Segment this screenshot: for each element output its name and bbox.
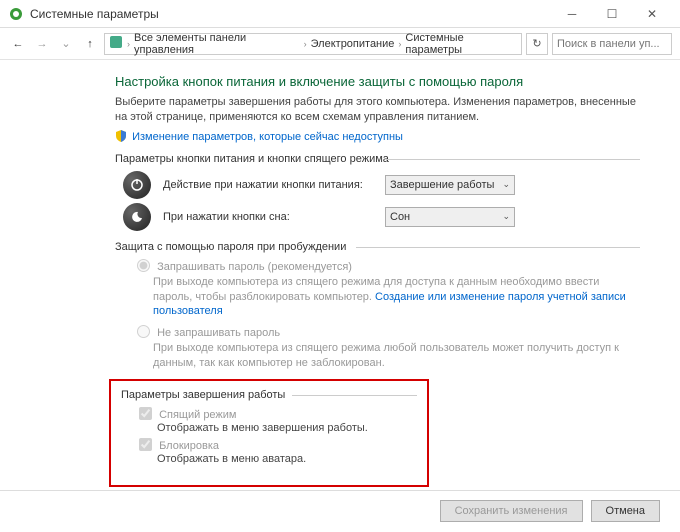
crumb-system-settings[interactable]: Системные параметры xyxy=(405,32,517,56)
power-button-label: Действие при нажатии кнопки питания: xyxy=(163,179,373,191)
crumb-control-panel[interactable]: Все элементы панели управления xyxy=(134,32,300,56)
chevron-right-icon: › xyxy=(398,39,401,49)
breadcrumb[interactable]: › Все элементы панели управления › Элект… xyxy=(104,33,522,55)
shutdown-section-title: Параметры завершения работы xyxy=(121,389,417,401)
footer: Сохранить изменения Отмена xyxy=(0,490,680,530)
content-area: Настройка кнопок питания и включение защ… xyxy=(0,60,680,490)
sleep-icon xyxy=(123,203,151,231)
radio-require-password-desc: При выходе компьютера из спящего режима … xyxy=(153,275,640,320)
maximize-button[interactable]: ☐ xyxy=(592,0,632,28)
checkbox-sleep: Спящий режим xyxy=(139,407,417,421)
page-intro: Выберите параметры завершения работы для… xyxy=(115,95,640,126)
close-button[interactable]: ✕ xyxy=(632,0,672,28)
checkbox-sleep-input xyxy=(139,407,152,420)
nav-bar: ← → ⌄ ↑ › Все элементы панели управления… xyxy=(0,28,680,60)
sleep-button-dropdown[interactable]: Сон⌄ xyxy=(385,207,515,227)
recent-locations-icon[interactable]: ⌄ xyxy=(56,34,76,54)
radio-require-password: Запрашивать пароль (рекомендуется) xyxy=(137,259,640,273)
app-icon xyxy=(8,6,24,22)
sleep-button-label: При нажатии кнопки сна: xyxy=(163,211,373,223)
crumb-power-options[interactable]: Электропитание xyxy=(311,38,395,50)
save-button[interactable]: Сохранить изменения xyxy=(440,500,583,522)
refresh-button[interactable]: ↻ xyxy=(526,33,548,55)
up-button[interactable]: ↑ xyxy=(80,34,100,54)
chevron-right-icon: › xyxy=(127,39,130,49)
control-panel-icon xyxy=(109,35,123,52)
search-input[interactable] xyxy=(552,33,672,55)
chevron-right-icon: › xyxy=(304,39,307,49)
checkbox-lock: Блокировка xyxy=(139,438,417,452)
title-bar: Системные параметры ─ ☐ ✕ xyxy=(0,0,680,28)
window-title: Системные параметры xyxy=(30,7,552,21)
power-button-dropdown[interactable]: Завершение работы⌄ xyxy=(385,175,515,195)
shield-icon xyxy=(115,130,127,142)
radio-no-password-input xyxy=(137,325,150,338)
admin-link[interactable]: Изменение параметров, которые сейчас нед… xyxy=(132,131,403,143)
highlighted-region: Параметры завершения работы Спящий режим… xyxy=(109,379,429,487)
cancel-button[interactable]: Отмена xyxy=(591,500,660,522)
forward-button[interactable]: → xyxy=(32,34,52,54)
buttons-section-title: Параметры кнопки питания и кнопки спящег… xyxy=(115,153,640,165)
radio-no-password: Не запрашивать пароль xyxy=(137,325,640,339)
radio-require-password-input xyxy=(137,259,150,272)
minimize-button[interactable]: ─ xyxy=(552,0,592,28)
chevron-down-icon: ⌄ xyxy=(502,211,510,222)
chevron-down-icon: ⌄ xyxy=(502,179,510,190)
radio-no-password-desc: При выходе компьютера из спящего режима … xyxy=(153,341,640,371)
checkbox-lock-input xyxy=(139,438,152,451)
back-button[interactable]: ← xyxy=(8,34,28,54)
password-section-title: Защита с помощью пароля при пробуждении xyxy=(115,241,640,253)
checkbox-sleep-desc: Отображать в меню завершения работы. xyxy=(157,422,417,434)
power-icon xyxy=(123,171,151,199)
page-heading: Настройка кнопок питания и включение защ… xyxy=(115,74,640,89)
checkbox-lock-desc: Отображать в меню аватара. xyxy=(157,453,417,465)
